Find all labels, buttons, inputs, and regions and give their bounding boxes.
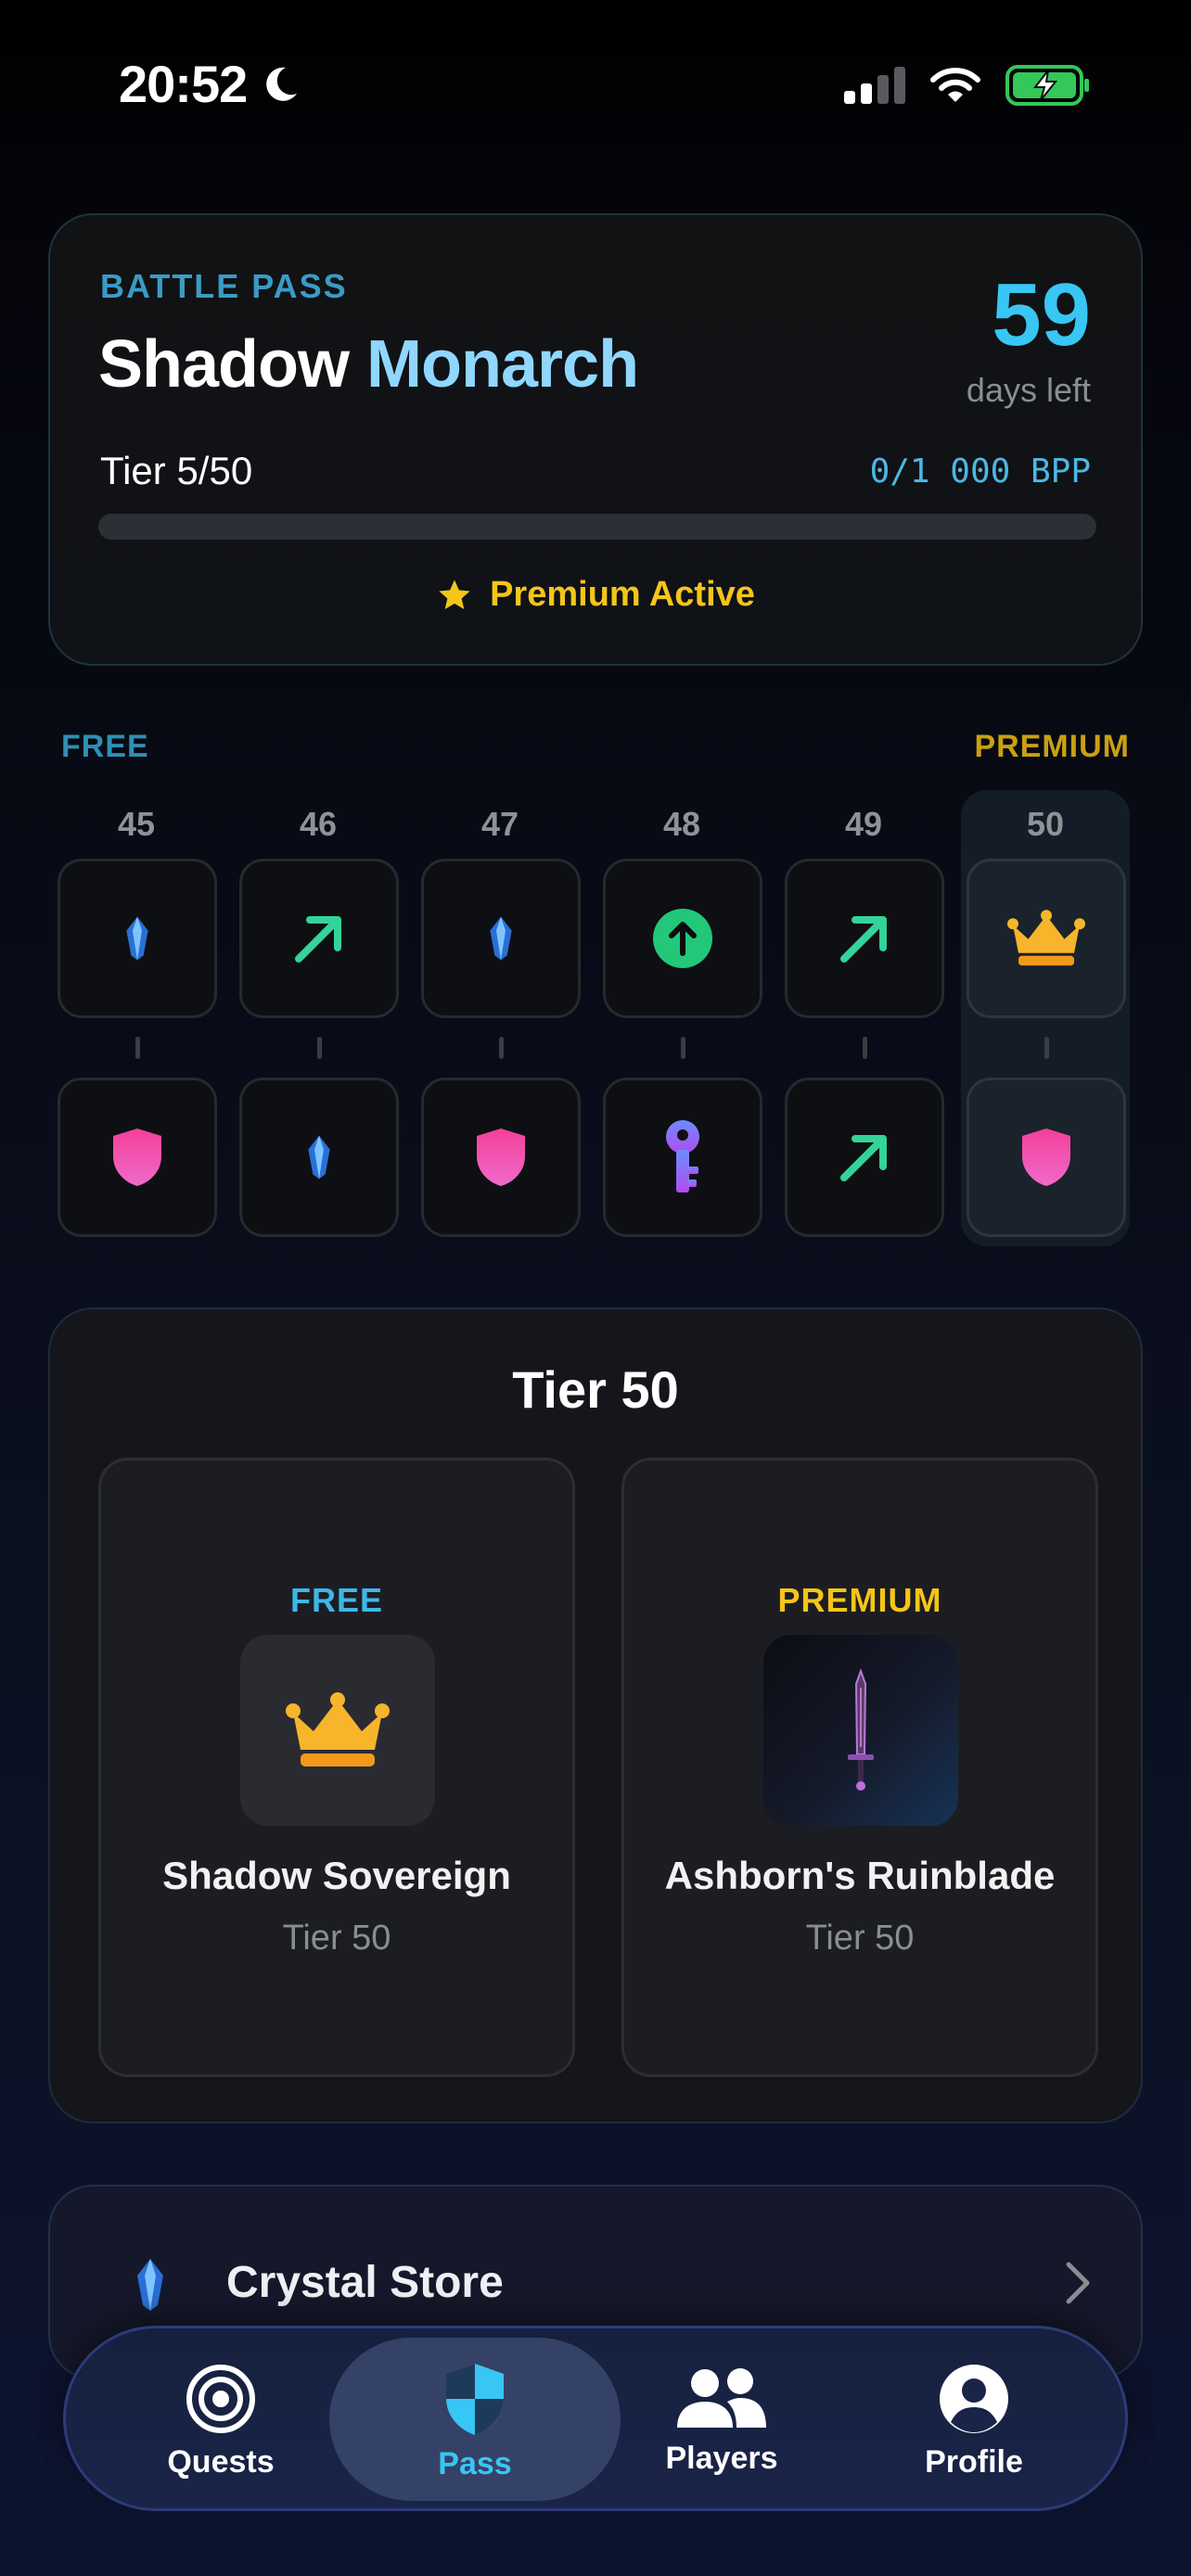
tier-number-50: 50 <box>1026 805 1065 843</box>
premium-reward-icon-box <box>763 1635 958 1826</box>
tab-quests[interactable]: Quests <box>96 2328 346 2514</box>
tier-connector <box>1044 1037 1049 1059</box>
moon-icon <box>266 67 298 101</box>
signal-icon <box>844 67 905 104</box>
days-left-label: days left <box>966 371 1091 409</box>
target-icon <box>186 2364 255 2433</box>
free-reward-kind: FREE <box>289 1581 383 1619</box>
shield-icon <box>477 1129 525 1186</box>
tier-detail-title: Tier 50 <box>512 1360 679 1419</box>
current-tier-text: Tier 5/50 <box>100 449 253 492</box>
bpp-progress-text: 0/1 000 BPP <box>869 453 1091 491</box>
premium-reward-tile-50[interactable] <box>967 1078 1126 1237</box>
free-reward-card[interactable]: FREE Shadow Sovereign Tier 50 <box>98 1458 575 2077</box>
battery-charging-icon <box>1005 65 1089 106</box>
tab-profile[interactable]: Profile <box>849 2328 1099 2514</box>
shield-icon <box>446 2363 504 2435</box>
premium-reward-tier: Tier 50 <box>805 1919 915 1958</box>
free-reward-name: Shadow Sovereign <box>162 1854 511 1897</box>
tab-pass-label: Pass <box>438 2445 512 2481</box>
status-bar-time: 20:52 <box>119 54 302 114</box>
free-reward-tile-46[interactable] <box>239 859 399 1018</box>
battle-pass-card: BATTLE PASS Shadow Monarch 59 days left … <box>48 213 1143 666</box>
premium-reward-kind: PREMIUM <box>777 1581 942 1619</box>
title-word-2: Monarch <box>366 327 639 402</box>
tier-connector <box>681 1037 685 1059</box>
tier-number-48: 48 <box>662 805 701 843</box>
free-reward-tile-49[interactable] <box>785 859 944 1018</box>
free-reward-tile-50[interactable] <box>967 859 1126 1018</box>
free-reward-tile-48[interactable] <box>603 859 762 1018</box>
tier-connector <box>499 1037 504 1059</box>
tab-pass[interactable]: Pass <box>350 2328 600 2514</box>
tier-detail-card: Tier 50 FREE Shadow Sovereign Tier 50 PR… <box>48 1307 1143 2123</box>
title-word-1: Shadow <box>98 327 350 402</box>
free-track-label: FREE <box>61 729 149 764</box>
premium-status: Premium Active <box>50 575 1141 615</box>
premium-reward-name: Ashborn's Ruinblade <box>664 1854 1056 1897</box>
tab-profile-label: Profile <box>925 2443 1023 2480</box>
tier-number-47: 47 <box>480 805 519 843</box>
arrow-up-right-icon <box>840 1135 887 1181</box>
tier-connector <box>135 1037 140 1059</box>
tier-number-49: 49 <box>844 805 883 843</box>
premium-status-text: Premium Active <box>490 575 755 614</box>
arrow-up-right-icon <box>840 916 887 963</box>
person-icon <box>940 2364 1008 2433</box>
premium-track-label: PREMIUM <box>974 729 1130 764</box>
time-text: 20:52 <box>119 55 248 113</box>
premium-reward-tile-49[interactable] <box>785 1078 944 1237</box>
crown-icon <box>1007 910 1085 966</box>
arrow-up-right-icon <box>295 916 341 963</box>
free-reward-icon-box <box>240 1635 435 1826</box>
tab-players-label: Players <box>665 2440 778 2476</box>
free-reward-tile-45[interactable] <box>58 859 217 1018</box>
tier-progress-bar <box>98 514 1096 540</box>
tier-number-46: 46 <box>299 805 338 843</box>
tier-number-45: 45 <box>117 805 156 843</box>
shield-icon <box>1022 1129 1070 1186</box>
free-reward-tier: Tier 50 <box>282 1919 391 1958</box>
battle-pass-label: BATTLE PASS <box>100 267 348 305</box>
premium-reward-tile-46[interactable] <box>239 1078 399 1237</box>
battle-pass-title: Shadow Monarch <box>98 326 639 402</box>
crystal-store-title: Crystal Store <box>226 2258 504 2307</box>
free-reward-tile-47[interactable] <box>421 859 581 1018</box>
shield-icon <box>113 1129 161 1186</box>
tab-bar: Quests Pass Players Profile <box>63 2326 1128 2511</box>
days-left-value: 59 <box>992 265 1091 364</box>
tier-connector <box>317 1037 322 1059</box>
premium-reward-tile-47[interactable] <box>421 1078 581 1237</box>
arrow-up-circle-icon <box>653 909 712 968</box>
wifi-icon <box>930 68 980 102</box>
tab-players[interactable]: Players <box>596 2328 847 2514</box>
premium-reward-card[interactable]: PREMIUM Ashborn's Ruinblade Tier 50 <box>621 1458 1098 2077</box>
chevron-right-icon <box>1066 2262 1090 2304</box>
tab-quests-label: Quests <box>167 2443 275 2480</box>
star-icon <box>439 579 470 609</box>
tier-connector <box>863 1037 867 1059</box>
premium-reward-tile-45[interactable] <box>58 1078 217 1237</box>
sword-icon <box>848 1668 874 1791</box>
crown-icon <box>286 1692 390 1766</box>
crystal-icon <box>126 916 148 961</box>
status-bar-indicators <box>844 65 1091 106</box>
crystal-icon <box>308 1135 330 1180</box>
crystal-icon <box>490 916 512 961</box>
crystal-icon <box>137 2259 163 2311</box>
key-icon <box>666 1120 699 1192</box>
users-icon <box>677 2367 766 2428</box>
premium-reward-tile-48[interactable] <box>603 1078 762 1237</box>
